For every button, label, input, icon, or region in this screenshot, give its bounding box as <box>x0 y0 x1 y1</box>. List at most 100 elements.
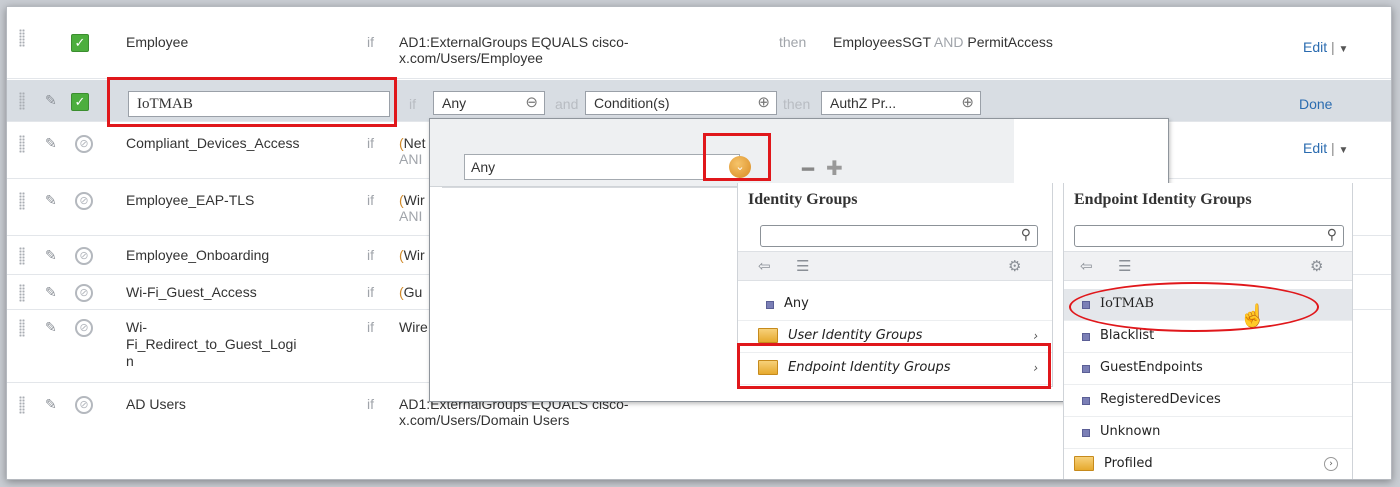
table-row: ✓ Employee if AD1:ExternalGroups EQUALS … <box>7 7 1391 79</box>
gear-icon[interactable]: ⚙ <box>1008 257 1021 275</box>
rule-name-line: Wi- <box>126 319 147 335</box>
panel-toolbar: ⇦ ☰ ⚙ <box>738 251 1052 281</box>
identity-groups-selector[interactable]: Any ⊖ <box>433 91 545 115</box>
list-view-icon[interactable]: ☰ <box>1118 257 1131 275</box>
rule-name: Compliant_Devices_Access <box>126 135 300 151</box>
condition-line: x.com/Users/Employee <box>399 50 543 66</box>
then-keyword: then <box>783 96 811 112</box>
if-keyword: if <box>367 192 374 208</box>
search-input[interactable]: ⚲ <box>760 225 1038 247</box>
list-view-icon[interactable]: ☰ <box>796 257 809 275</box>
conditions-value: Condition(s) <box>594 95 670 111</box>
rule-name: Wi- Fi_Redirect_to_Guest_Logi n <box>126 319 356 370</box>
enabled-check-icon[interactable]: ✓ <box>71 34 89 52</box>
back-icon[interactable]: ⇦ <box>758 257 771 275</box>
drag-handle[interactable] <box>19 319 25 337</box>
list-item[interactable]: GuestEndpoints <box>1064 353 1352 385</box>
if-keyword: if <box>367 135 374 151</box>
list-item-label: Unknown <box>1100 424 1161 439</box>
caret-down-icon[interactable]: ▼ <box>1339 44 1349 55</box>
condition-text: Wir <box>403 192 425 208</box>
search-icon[interactable]: ⚲ <box>1021 226 1031 243</box>
highlight-ellipse <box>1069 282 1319 332</box>
group-icon <box>1082 365 1090 373</box>
condition-line: AD1:ExternalGroups EQUALS cisco- <box>399 34 629 50</box>
result-and: AND <box>933 34 964 50</box>
list-item-label: GuestEndpoints <box>1100 360 1203 375</box>
pencil-icon[interactable]: ✎ <box>45 396 57 413</box>
pencil-icon[interactable]: ✎ <box>45 135 57 152</box>
enabled-check-icon[interactable]: ✓ <box>71 93 89 111</box>
add-condition-icon[interactable]: ⊕ <box>757 92 770 114</box>
back-icon[interactable]: ⇦ <box>1080 257 1093 275</box>
group-icon <box>1082 397 1090 405</box>
search-input[interactable]: ⚲ <box>1074 225 1344 247</box>
drag-handle[interactable] <box>19 29 25 47</box>
rule-name-input[interactable]: IoTMAB <box>128 91 390 117</box>
drag-handle[interactable] <box>19 396 25 414</box>
divider <box>442 187 738 188</box>
rule-name-line: Fi_Redirect_to_Guest_Logi <box>126 336 297 352</box>
list-item-label: Any <box>784 296 809 311</box>
panel-title: Identity Groups <box>748 191 858 208</box>
if-keyword: if <box>367 284 374 300</box>
identity-group-select[interactable]: Any <box>464 154 740 180</box>
add-profile-icon[interactable]: ⊕ <box>961 92 974 114</box>
caret-down-icon[interactable]: ▼ <box>1339 145 1349 156</box>
search-icon[interactable]: ⚲ <box>1327 226 1337 243</box>
remove-icon[interactable]: ━ <box>802 157 814 182</box>
condition-text: Net <box>403 135 426 151</box>
edit-link[interactable]: Edit | ▼ <box>1303 39 1348 55</box>
authorization-policy-table: ✓ Employee if AD1:ExternalGroups EQUALS … <box>6 6 1392 480</box>
group-icon <box>766 301 774 309</box>
if-keyword: if <box>409 96 416 112</box>
list-item[interactable]: Any <box>738 289 1052 321</box>
disabled-status-icon[interactable]: ⊘ <box>75 396 93 414</box>
disabled-status-icon[interactable]: ⊘ <box>75 319 93 337</box>
collapse-icon[interactable]: ⊖ <box>525 92 538 114</box>
conditions-selector[interactable]: Condition(s) ⊕ <box>585 91 777 115</box>
pencil-icon[interactable]: ✎ <box>45 284 57 301</box>
panel-toolbar: ⇦ ☰ ⚙ <box>1064 251 1352 281</box>
edit-label[interactable]: Edit <box>1303 39 1327 55</box>
pencil-icon[interactable]: ✎ <box>45 192 57 209</box>
list-item[interactable]: Profiled › <box>1064 449 1352 479</box>
rule-name: Wi-Fi_Guest_Access <box>126 284 257 300</box>
drag-handle[interactable] <box>19 135 25 153</box>
disabled-status-icon[interactable]: ⊘ <box>75 192 93 210</box>
drag-handle[interactable] <box>19 284 25 302</box>
folder-icon <box>758 328 778 343</box>
pencil-icon[interactable]: ✎ <box>45 319 57 336</box>
separator: | <box>1331 140 1335 156</box>
condition-line: x.com/Users/Domain Users <box>399 412 570 428</box>
drag-handle[interactable] <box>19 192 25 210</box>
drag-handle[interactable] <box>19 247 25 265</box>
if-keyword: if <box>367 34 374 50</box>
disabled-status-icon[interactable]: ⊘ <box>75 247 93 265</box>
result-sgt: EmployeesSGT <box>833 34 931 50</box>
expand-arrow-icon[interactable]: › <box>1324 457 1338 471</box>
identity-groups-value: Any <box>442 95 467 111</box>
gear-icon[interactable]: ⚙ <box>1310 257 1323 275</box>
rule-name: Employee_Onboarding <box>126 247 270 263</box>
disabled-status-icon[interactable]: ⊘ <box>75 284 93 302</box>
rule-condition: AD1:ExternalGroups EQUALS cisco- x.com/U… <box>399 34 739 66</box>
drag-handle[interactable] <box>19 92 25 110</box>
rule-result: EmployeesSGT AND PermitAccess <box>833 34 1053 50</box>
if-keyword: if <box>367 319 374 335</box>
edit-label[interactable]: Edit <box>1303 140 1327 156</box>
group-icon <box>1082 333 1090 341</box>
done-link[interactable]: Done <box>1299 96 1332 112</box>
hand-cursor-icon: ☝ <box>1239 303 1267 328</box>
pencil-icon[interactable]: ✎ <box>45 247 57 264</box>
result-permission: PermitAccess <box>967 34 1053 50</box>
separator: | <box>1331 39 1335 55</box>
list-item[interactable]: Unknown <box>1064 417 1352 449</box>
edit-link[interactable]: Edit | ▼ <box>1303 140 1348 156</box>
authz-profile-selector[interactable]: AuthZ Pr... ⊕ <box>821 91 981 115</box>
list-item[interactable]: RegisteredDevices <box>1064 385 1352 417</box>
list-item-label: RegisteredDevices <box>1100 392 1221 407</box>
add-icon[interactable]: ✚ <box>826 156 843 181</box>
disabled-status-icon[interactable]: ⊘ <box>75 135 93 153</box>
pencil-icon[interactable]: ✎ <box>45 92 57 109</box>
